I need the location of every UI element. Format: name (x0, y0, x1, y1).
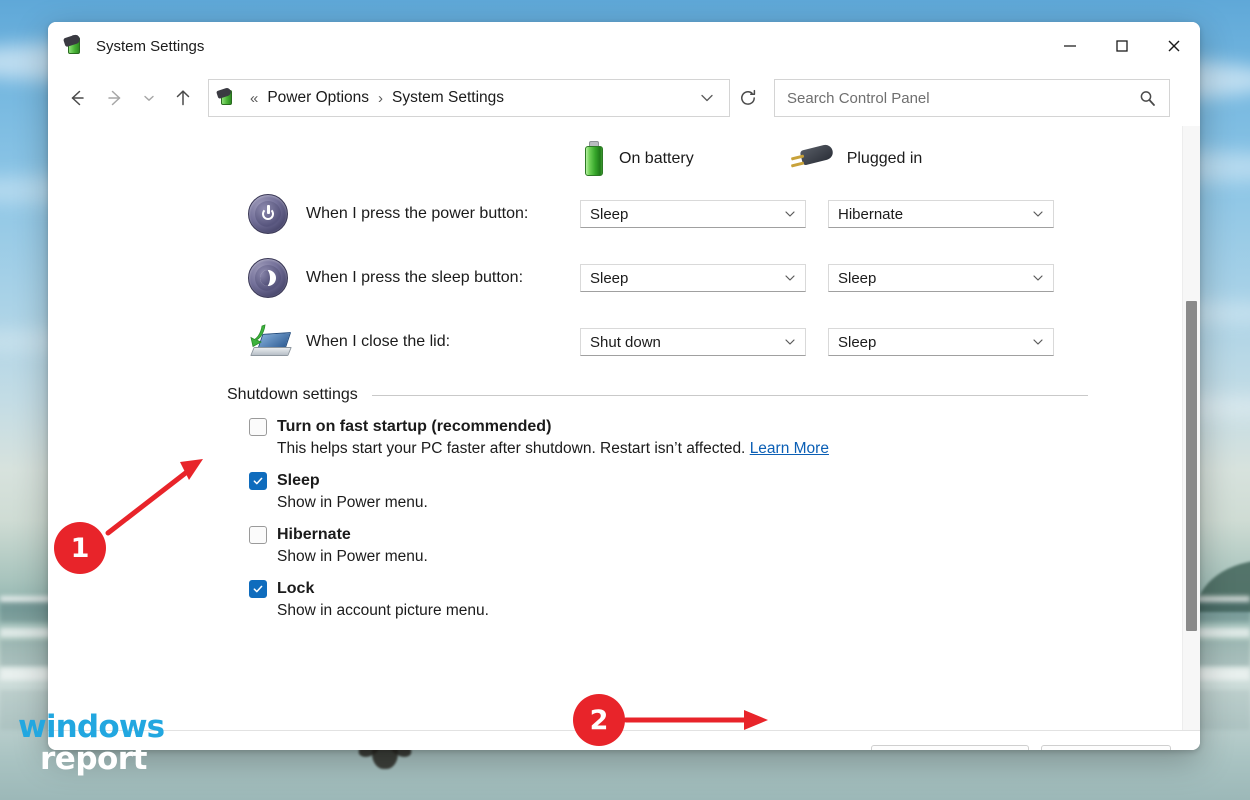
section-divider (372, 395, 1088, 396)
sleep-option-label: Sleep (277, 472, 320, 490)
breadcrumb-overflow[interactable]: « (244, 90, 264, 107)
vertical-scrollbar[interactable] (1182, 126, 1200, 730)
dropdown-value: Sleep (838, 270, 1031, 287)
chevron-down-icon (783, 207, 797, 221)
maximize-button[interactable] (1096, 22, 1148, 70)
breadcrumb-system-settings[interactable]: System Settings (389, 87, 507, 109)
fast-startup-description-text: This helps start your PC faster after sh… (277, 440, 745, 457)
setting-row: When I close the lid: Shut down Sleep (48, 310, 1200, 374)
laptop-lid-icon (248, 323, 294, 361)
shutdown-settings-title: Shutdown settings (227, 386, 372, 404)
power-button-on-battery-dropdown[interactable]: Sleep (580, 200, 806, 228)
dropdown-value: Shut down (590, 334, 783, 351)
address-chevron-down-icon[interactable] (689, 81, 725, 115)
hibernate-checkbox[interactable] (249, 526, 267, 544)
dropdown-value: Sleep (838, 334, 1031, 351)
back-button[interactable] (58, 79, 96, 117)
watermark-line-1: windows (18, 712, 164, 743)
dropdown-value: Hibernate (838, 206, 1031, 223)
chevron-down-icon (1031, 207, 1045, 221)
check-icon (253, 584, 263, 594)
power-button-icon (248, 194, 294, 234)
on-battery-header: On battery (581, 141, 694, 177)
close-lid-plugged-in-dropdown[interactable]: Sleep (828, 328, 1054, 356)
plugged-in-header: Plugged in (787, 144, 923, 174)
power-button-plugged-in-dropdown[interactable]: Hibernate (828, 200, 1054, 228)
power-source-headers: On battery Plugged in (48, 126, 1200, 182)
plugged-in-label: Plugged in (847, 150, 923, 168)
fast-startup-description: This helps start your PC faster after sh… (277, 440, 1200, 458)
navigation-toolbar: « Power Options › System Settings (48, 70, 1200, 126)
shutdown-settings-header: Shutdown settings (227, 386, 1200, 404)
learn-more-link[interactable]: Learn More (750, 440, 829, 457)
down-arrow-icon (248, 323, 274, 349)
annotation-badge-1: 1 (54, 522, 106, 574)
watermark: windows report (18, 712, 164, 775)
sleep-checkbox[interactable] (249, 472, 267, 490)
setting-row: When I press the power button: Sleep Hib… (48, 182, 1200, 246)
chevron-down-icon (783, 271, 797, 285)
hibernate-option-description: Show in Power menu. (277, 548, 1200, 566)
power-options-icon (64, 35, 86, 57)
setting-row: When I press the sleep button: Sleep Sle… (48, 246, 1200, 310)
watermark-line-2: report (40, 744, 164, 775)
title-bar: System Settings (48, 22, 1200, 70)
cancel-button[interactable]: Cancel (1041, 745, 1171, 751)
search-box[interactable] (774, 79, 1170, 117)
sleep-button-on-battery-dropdown[interactable]: Sleep (580, 264, 806, 292)
power-plug-icon (787, 144, 835, 174)
close-lid-label: When I close the lid: (306, 333, 580, 351)
settings-content: On battery Plugged in When I press the p… (48, 126, 1200, 730)
power-button-label: When I press the power button: (306, 205, 580, 223)
recent-locations-chevron-down-icon[interactable] (134, 79, 164, 117)
breadcrumb-separator: › (372, 90, 389, 107)
on-battery-label: On battery (619, 150, 694, 168)
search-input[interactable] (785, 89, 1132, 108)
chevron-down-icon (783, 335, 797, 349)
window-controls (1044, 22, 1200, 70)
lock-option-row: Lock Show in account picture menu. (249, 580, 1200, 620)
system-settings-window: System Settings (48, 22, 1200, 750)
title-bar-left: System Settings (48, 35, 204, 57)
fast-startup-row: Turn on fast startup (recommended) This … (249, 418, 1200, 458)
scrollbar-thumb[interactable] (1186, 301, 1197, 631)
lock-option-description: Show in account picture menu. (277, 602, 1200, 620)
chevron-down-icon (1031, 335, 1045, 349)
battery-icon (581, 141, 607, 177)
close-button[interactable] (1148, 22, 1200, 70)
sleep-option-description: Show in Power menu. (277, 494, 1200, 512)
up-button[interactable] (164, 79, 202, 117)
sleep-option-row: Sleep Show in Power menu. (249, 472, 1200, 512)
lock-option-label: Lock (277, 580, 314, 598)
fast-startup-checkbox[interactable] (249, 418, 267, 436)
dialog-footer: Save changes Cancel (48, 730, 1200, 750)
window-title: System Settings (96, 38, 204, 55)
save-changes-button[interactable]: Save changes (871, 745, 1029, 751)
sleep-button-icon (248, 258, 294, 298)
sleep-button-plugged-in-dropdown[interactable]: Sleep (828, 264, 1054, 292)
minimize-button[interactable] (1044, 22, 1096, 70)
hibernate-option-label: Hibernate (277, 526, 351, 544)
address-bar[interactable]: « Power Options › System Settings (208, 79, 730, 117)
refresh-icon[interactable] (730, 81, 766, 115)
search-icon[interactable] (1132, 89, 1163, 108)
hibernate-option-row: Hibernate Show in Power menu. (249, 526, 1200, 566)
chevron-down-icon (1031, 271, 1045, 285)
sleep-button-label: When I press the sleep button: (306, 269, 580, 287)
close-lid-on-battery-dropdown[interactable]: Shut down (580, 328, 806, 356)
forward-button[interactable] (96, 79, 134, 117)
check-icon (253, 476, 263, 486)
dropdown-value: Sleep (590, 206, 783, 223)
breadcrumb-power-options[interactable]: Power Options (264, 87, 372, 109)
dropdown-value: Sleep (590, 270, 783, 287)
power-options-icon (217, 88, 237, 108)
annotation-badge-2: 2 (573, 694, 625, 746)
fast-startup-label: Turn on fast startup (recommended) (277, 418, 551, 436)
lock-checkbox[interactable] (249, 580, 267, 598)
